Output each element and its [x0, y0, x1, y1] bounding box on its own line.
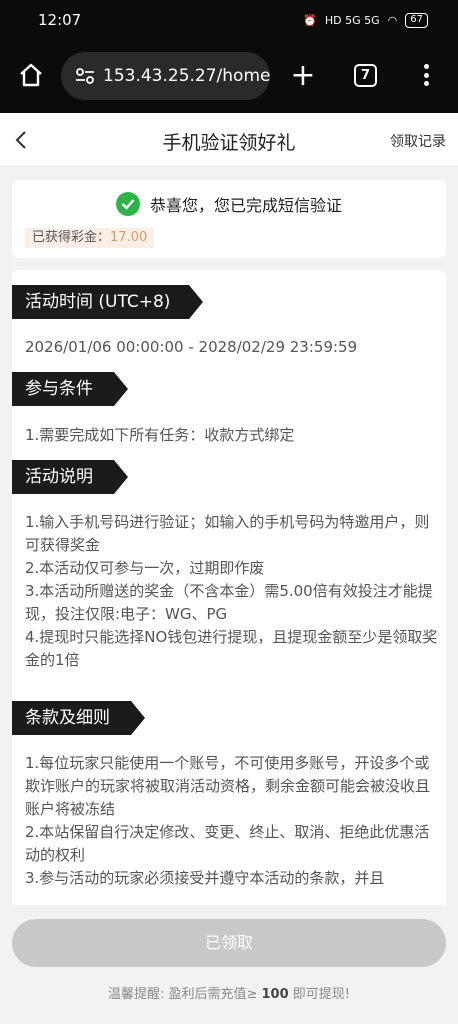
- section-body-conditions: 1.需要完成如下所有任务：收款方式绑定: [25, 424, 439, 447]
- withdraw-reminder: 温馨提醒: 盈利后需充值≥ 100 即可提现!: [0, 983, 458, 1002]
- activity-details-card: 活动时间 (UTC+8) 2026/01/06 00:00:00 - 2028/…: [12, 270, 446, 920]
- verification-success-card: 恭喜您，您已完成短信验证 已获得彩金：17.00: [12, 180, 446, 258]
- network-labels: HD 5G 5G: [324, 13, 380, 27]
- section-line: 4.提现时只能选择NO钱包进行提现，且提现金额至少是领取奖金的1倍: [25, 628, 438, 669]
- section-line: 2026/01/06 00:00:00 - 2028/02/29 23:59:5…: [25, 338, 358, 356]
- status-time: 12:07: [38, 11, 82, 29]
- section-line: 1.需要完成如下所有任务：收款方式绑定: [25, 426, 295, 444]
- reminder-suffix: 即可提现!: [288, 987, 351, 1002]
- new-tab-icon[interactable]: +: [290, 61, 316, 91]
- section-line: 1.输入手机号码进行验证；如输入的手机号码为特邀用户，则可获得奖金: [25, 513, 430, 554]
- reminder-amount: 100: [261, 987, 289, 1002]
- section-title-time: 活动时间 (UTC+8): [12, 285, 203, 319]
- section-line: 1.每位玩家只能使用一个账号，不可使用多账号，开设多个或欺诈账户的玩家将被取消活…: [25, 754, 431, 818]
- bonus-label: 已获得彩金：: [32, 230, 111, 245]
- reminder-prefix: 温馨提醒: 盈利后需充值≥: [107, 987, 262, 1002]
- section-line: 2.本活动仅可参与一次，过期即作废: [25, 559, 265, 577]
- more-menu-icon[interactable]: [420, 62, 432, 88]
- site-settings-icon[interactable]: [75, 67, 95, 85]
- bonus-badge: 已获得彩金：17.00: [25, 228, 155, 248]
- url-text: 153.43.25.27/home/: [103, 66, 270, 86]
- bonus-value: 17.00: [110, 230, 148, 245]
- check-circle-icon: [115, 192, 140, 216]
- claimed-button[interactable]: 已领取: [12, 919, 446, 967]
- section-line: 2.本站保留自行决定修改、变更、终止、取消、拒绝此优惠活动的权利: [25, 823, 430, 864]
- page-header: 手机验证领好礼 领取记录: [0, 113, 458, 167]
- url-bar[interactable]: 153.43.25.27/home/: [61, 52, 270, 100]
- section-line: 3.参与活动的玩家必须接受并遵守本活动的条款，并且: [25, 869, 385, 887]
- claim-records-link[interactable]: 领取记录: [390, 131, 446, 151]
- home-icon[interactable]: [18, 62, 44, 88]
- alarm-icon: ⏰: [303, 13, 317, 27]
- section-line: 3.本活动所赠送的奖金（不含本金）需5.00倍有效投注才能提现，投注仅限:电子：…: [25, 582, 433, 623]
- tab-switcher-button[interactable]: 7: [354, 64, 377, 87]
- section-body-description: 1.输入手机号码进行验证；如输入的手机号码为特邀用户，则可获得奖金 2.本活动仅…: [25, 511, 439, 672]
- status-bar: 12:07 ⏰ HD 5G 5G ◠ 67: [0, 0, 458, 40]
- section-body-time: 2026/01/06 00:00:00 - 2028/02/29 23:59:5…: [25, 336, 439, 359]
- section-title-terms: 条款及细则: [12, 701, 145, 735]
- status-icons: ⏰ HD 5G 5G ◠ 67: [303, 12, 428, 28]
- browser-toolbar: 153.43.25.27/home/ + 7: [0, 40, 458, 113]
- section-body-terms: 1.每位玩家只能使用一个账号，不可使用多账号，开设多个或欺诈账户的玩家将被取消活…: [25, 752, 439, 890]
- wifi-icon: ◠: [387, 13, 398, 27]
- success-message: 恭喜您，您已完成短信验证: [149, 196, 342, 215]
- section-title-description: 活动说明: [12, 460, 128, 494]
- success-row: 恭喜您，您已完成短信验证: [12, 192, 446, 216]
- section-title-conditions: 参与条件: [12, 372, 128, 406]
- battery-icon: 67: [405, 12, 428, 28]
